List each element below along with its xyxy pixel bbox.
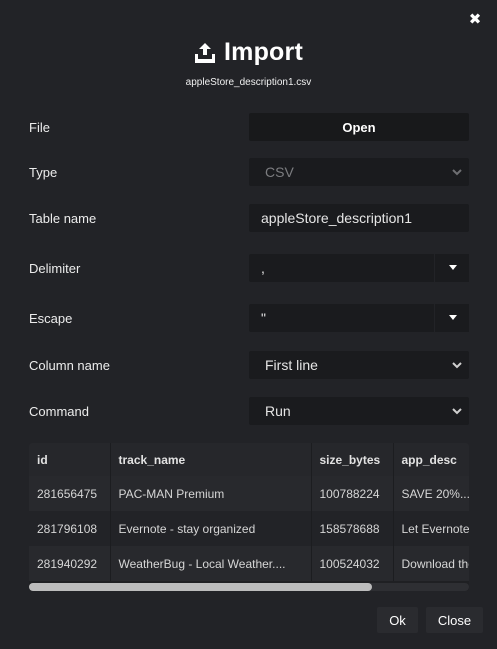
dialog-header: Import appleStore_description1.csv [0, 38, 497, 88]
table-cell: 281940292 [29, 546, 111, 581]
delimiter-value: , [261, 260, 265, 276]
table-cell: 158578688 [311, 511, 394, 546]
scrollbar-thumb[interactable] [29, 583, 372, 591]
delimiter-dropdown-button[interactable] [434, 254, 469, 282]
column-header[interactable]: id [29, 443, 111, 476]
table-name-input[interactable]: appleStore_description1 [249, 204, 469, 232]
title-row: Import [0, 38, 497, 67]
horizontal-scrollbar[interactable] [29, 583, 469, 591]
table-cell: Let Evernote [393, 511, 469, 546]
table-cell: Evernote - stay organized [110, 511, 312, 546]
command-select[interactable]: Run [249, 397, 469, 425]
table-cell: 281656475 [29, 476, 111, 511]
column-name-select[interactable]: First line [249, 351, 469, 379]
column-header[interactable]: track_name [110, 443, 312, 476]
chevron-down-icon [452, 169, 462, 176]
command-label: Command [29, 403, 89, 419]
upload-icon [194, 42, 216, 64]
table-cell: PAC-MAN Premium [110, 476, 312, 511]
close-icon[interactable]: ✖ [467, 12, 483, 28]
column-header[interactable]: size_bytes [311, 443, 394, 476]
escape-value: " [261, 310, 266, 326]
file-row: File Open [29, 113, 469, 141]
file-label: File [29, 119, 50, 135]
caret-down-icon [449, 315, 457, 320]
chevron-down-icon [452, 408, 462, 415]
column-name-label: Column name [29, 357, 110, 373]
table-row: 281940292 WeatherBug - Local Weather....… [29, 546, 469, 581]
type-select-value: CSV [265, 164, 294, 180]
delimiter-row: Delimiter , [29, 254, 469, 282]
table-cell: 100788224 [311, 476, 394, 511]
table-name-row: Table name appleStore_description1 [29, 204, 469, 232]
preview-table: id track_name size_bytes app_desc 281656… [29, 443, 469, 581]
type-row: Type CSV [29, 158, 469, 186]
command-row: Command Run [29, 397, 469, 425]
table-row: 281796108 Evernote - stay organized 1585… [29, 511, 469, 546]
dialog-title: Import [224, 38, 303, 66]
open-file-button[interactable]: Open [249, 113, 469, 141]
import-filename: appleStore_description1.csv [185, 77, 312, 88]
table-header-row: id track_name size_bytes app_desc [29, 443, 469, 476]
table-cell: 281796108 [29, 511, 111, 546]
column-header[interactable]: app_desc [393, 443, 469, 476]
delimiter-combobox[interactable]: , [249, 254, 469, 282]
escape-dropdown-button[interactable] [434, 304, 469, 332]
close-button[interactable]: Close [426, 607, 483, 633]
table-cell: WeatherBug - Local Weather.... [110, 546, 312, 581]
chevron-down-icon [452, 362, 462, 369]
table-cell: 100524032 [311, 546, 394, 581]
table-cell: Download the [393, 546, 469, 581]
type-select: CSV [249, 158, 469, 186]
escape-row: Escape " [29, 304, 469, 332]
table-name-label: Table name [29, 210, 97, 226]
escape-combobox[interactable]: " [249, 304, 469, 332]
table-row: 281656475 PAC-MAN Premium 100788224 SAVE… [29, 476, 469, 511]
table-cell: SAVE 20%... [393, 476, 469, 511]
column-name-value: First line [265, 357, 318, 373]
ok-button[interactable]: Ok [377, 607, 418, 633]
type-label: Type [29, 164, 58, 180]
command-value: Run [265, 403, 291, 419]
caret-down-icon [449, 265, 457, 270]
preview-table-container[interactable]: id track_name size_bytes app_desc 281656… [29, 443, 469, 591]
import-dialog: ✖ Import appleStore_description1.csv Fil… [0, 0, 497, 649]
escape-label: Escape [29, 310, 73, 326]
column-name-row: Column name First line [29, 351, 469, 379]
delimiter-label: Delimiter [29, 260, 81, 276]
